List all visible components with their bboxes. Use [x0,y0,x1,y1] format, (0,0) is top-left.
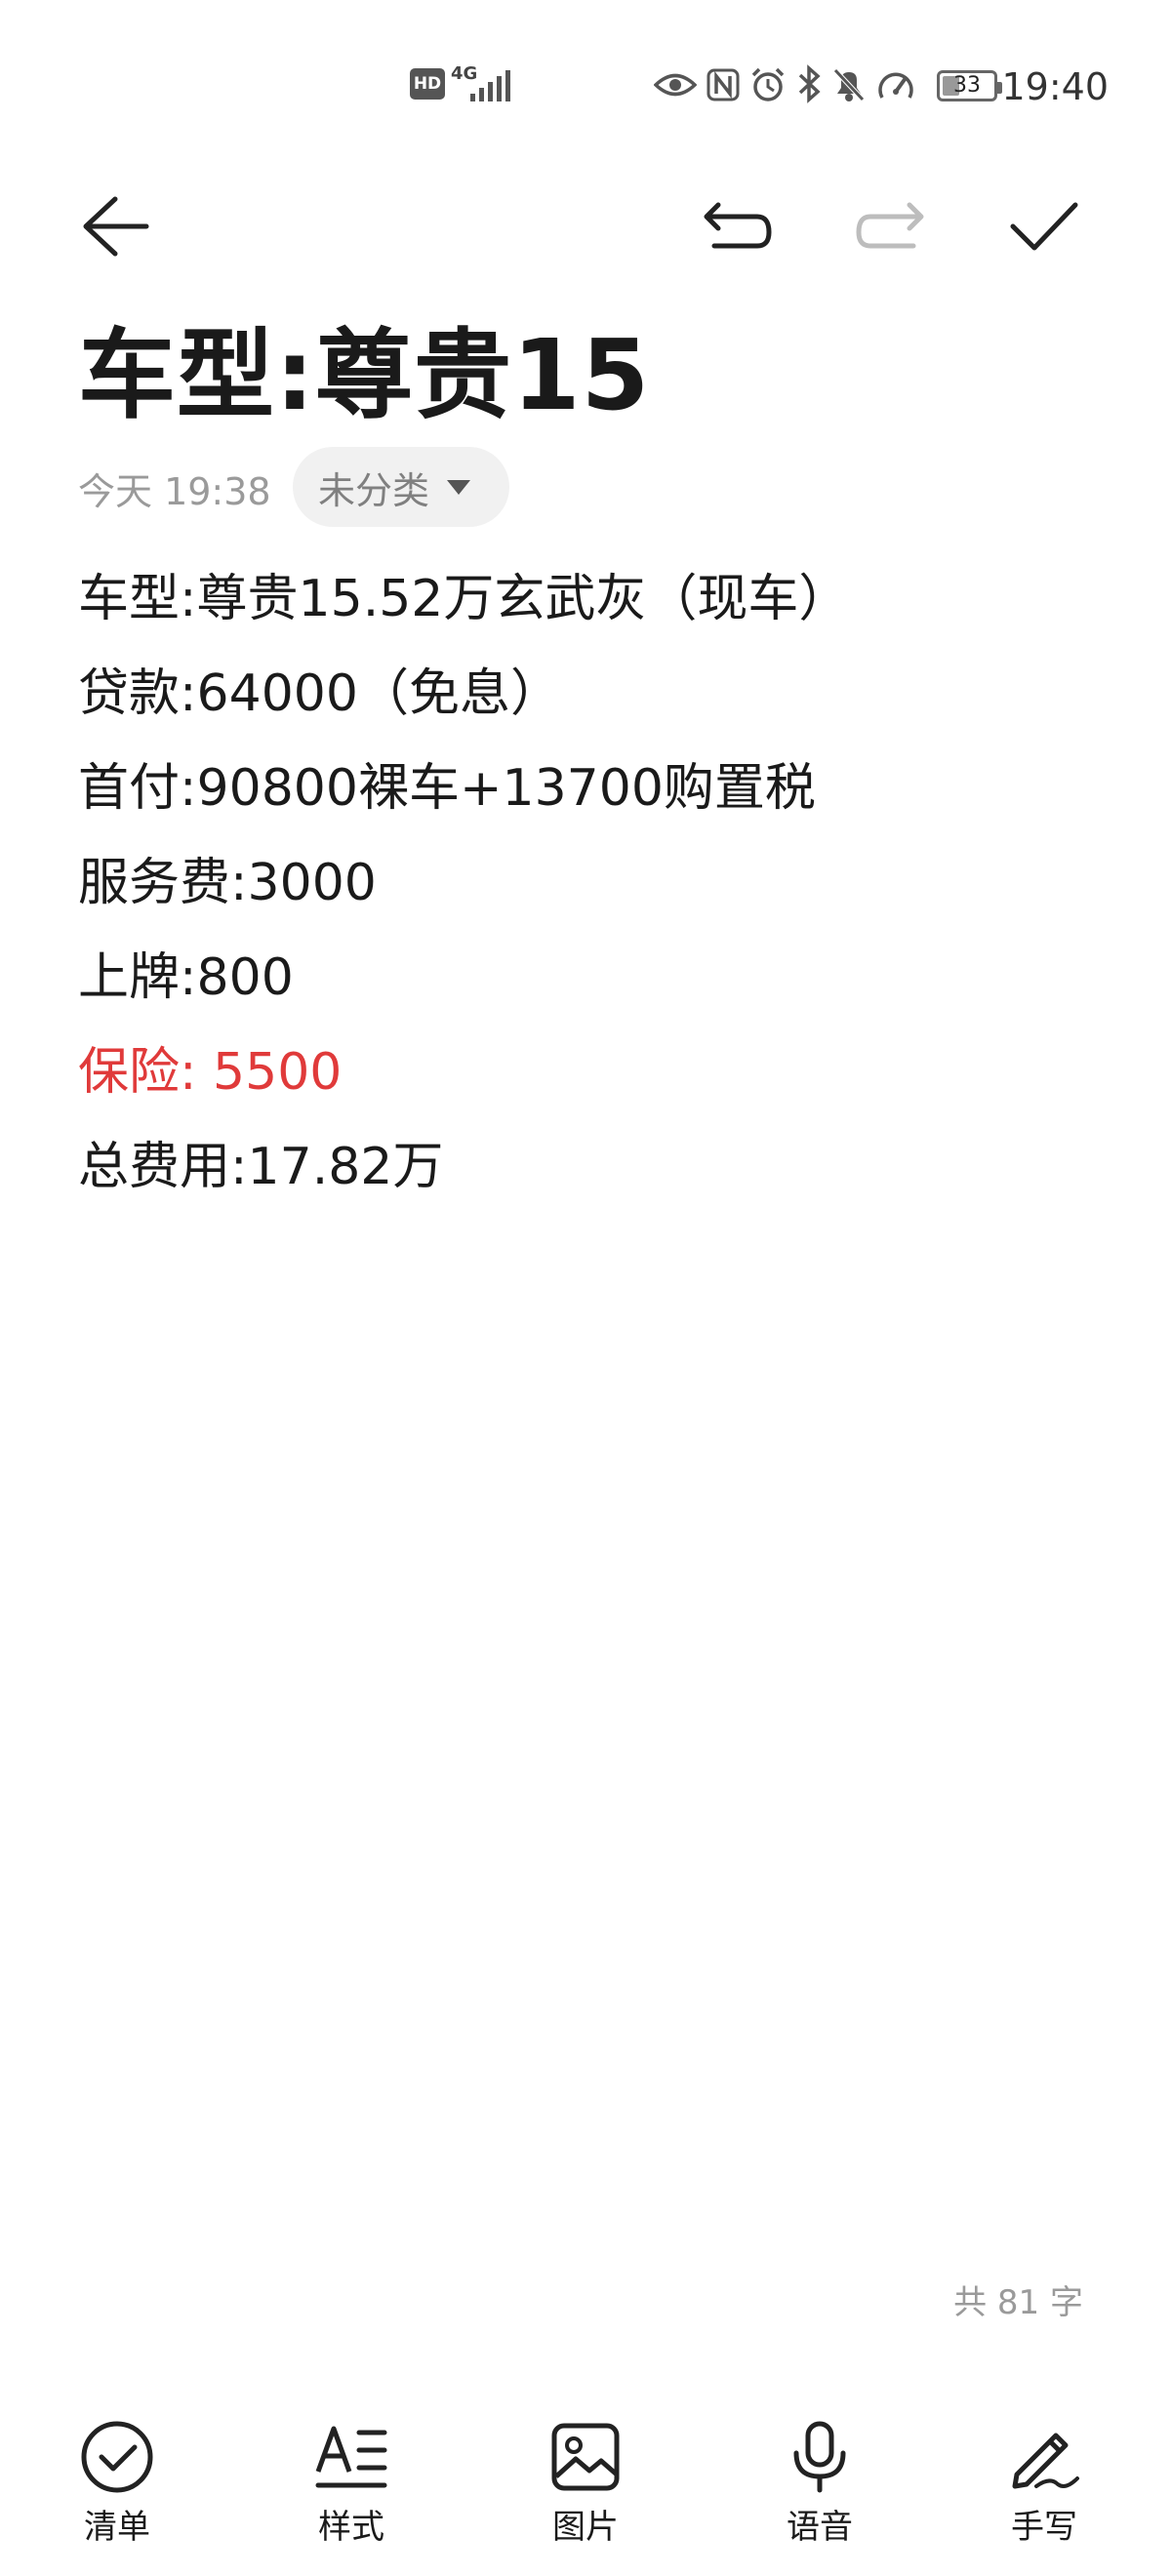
voice-button[interactable]: 语音 [742,2400,898,2566]
category-label: 未分类 [318,468,430,512]
bottom-toolbar: 清单 样式 图片 语音 手写 [0,2400,1171,2576]
redo-button[interactable] [841,178,939,275]
nfc-icon [707,68,740,101]
handwriting-button[interactable]: 手写 [966,2400,1122,2566]
eye-comfort-icon [654,73,697,97]
body-line-loan: 贷款:64000（免息） [78,664,561,723]
body-line-total: 总费用:17.82万 [78,1138,444,1196]
battery-icon: 33 [937,70,1002,101]
body-line-plate: 上牌:800 [78,948,294,1007]
text-style-button[interactable]: 样式 [273,2400,429,2566]
done-button[interactable] [995,178,1093,275]
body-line-service-fee: 服务费:3000 [78,854,377,912]
word-count: 共 81 字 [953,2283,1083,2322]
alarm-icon [751,67,785,101]
body-line-model: 车型:尊贵15.52万玄武灰（现车） [78,570,850,628]
note-date: 今天 19:38 [78,470,271,513]
dropdown-triangle-icon [447,479,471,495]
image-icon [551,2423,620,2491]
status-bar: HD 4G 33 19:40 [0,0,1171,108]
undo-button[interactable] [689,178,787,275]
clock-time: 19:40 [1001,65,1109,108]
undo-icon [704,202,772,249]
checklist-button[interactable]: 清单 [39,2400,195,2566]
nav-label-checklist: 清单 [84,2508,150,2547]
handwriting-pen-icon [1012,2433,1079,2489]
body-line-down-payment: 首付:90800裸车+13700购置税 [78,759,816,818]
nav-label-style: 样式 [318,2508,384,2547]
nav-label-voice: 语音 [787,2508,853,2547]
text-style-icon [315,2426,387,2488]
microphone-icon [793,2421,846,2493]
body-line-insurance: 保险: 5500 [78,1043,343,1102]
redo-icon [856,202,924,249]
note-body[interactable]: 车型:尊贵15.52万玄武灰（现车） 贷款:64000（免息） 首付:90800… [78,552,1093,1215]
nav-label-handwriting: 手写 [1011,2508,1077,2547]
check-icon [1010,202,1078,251]
arrow-left-icon [83,196,149,257]
battery-level: 33 [953,73,981,98]
hd-badge: HD [410,68,445,100]
speedometer-icon [878,72,913,99]
category-dropdown[interactable]: 未分类 [293,447,510,527]
checklist-icon [81,2421,153,2493]
note-title[interactable]: 车型:尊贵15 [78,312,650,439]
nav-label-image: 图片 [552,2508,619,2547]
mute-bell-icon [833,68,865,101]
image-button[interactable]: 图片 [507,2400,664,2566]
signal-icon [470,70,510,101]
bluetooth-icon [798,64,821,103]
back-button[interactable] [66,178,164,275]
